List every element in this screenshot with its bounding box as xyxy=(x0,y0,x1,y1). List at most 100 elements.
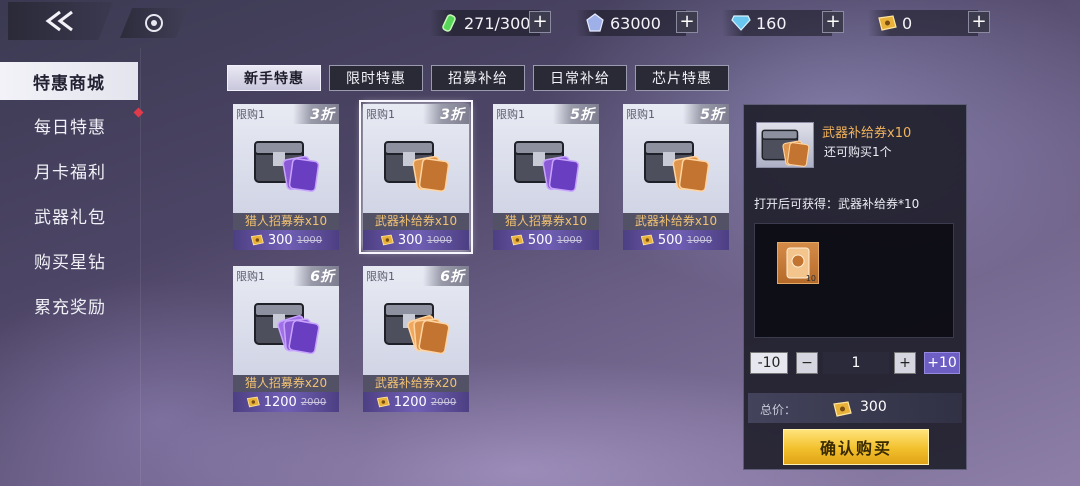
stamina-value: 271/300 xyxy=(464,13,531,33)
confirm-purchase-button[interactable]: 确认购买 xyxy=(783,429,929,465)
weapon-ticket-chest-icon xyxy=(761,129,810,167)
original-price: 2000 xyxy=(430,396,457,408)
sidebar-item-label: 购买星钻 xyxy=(34,253,106,273)
price-value: 500 xyxy=(527,232,553,248)
product-name: 武器补给券x10 xyxy=(363,213,469,230)
purchase-limit: 限购1 xyxy=(366,270,395,283)
sidebar-item-special-shop[interactable]: 特惠商城 xyxy=(0,62,138,100)
tab-daily[interactable]: 日常补给 xyxy=(533,65,627,91)
double-chevron-left-icon xyxy=(45,10,73,32)
weapon-ticket-chest-icon xyxy=(384,303,450,354)
stamina-counter: 271/300 xyxy=(430,10,540,36)
minus-ten-button[interactable]: -10 xyxy=(750,352,788,374)
sidebar-item-label: 累充奖励 xyxy=(34,298,106,318)
sidebar: 特惠商城 每日特惠 月卡福利 武器礼包 购买星钻 累充奖励 xyxy=(0,58,144,328)
gold-ticket-icon xyxy=(246,396,260,408)
discount-badge: 6折 xyxy=(423,266,469,286)
sidebar-item-daily-deals[interactable]: 每日特惠 xyxy=(0,103,144,148)
gold-ticket-icon xyxy=(376,396,390,408)
discount-badge: 6折 xyxy=(293,266,339,286)
product-name: 猎人招募券x10 xyxy=(493,213,599,230)
price-bar: 300 1000 xyxy=(233,230,339,250)
home-button[interactable] xyxy=(120,8,188,38)
total-value: 300 xyxy=(860,399,887,415)
original-price: 2000 xyxy=(300,396,327,408)
product-name: 猎人招募券x20 xyxy=(233,375,339,392)
total-label: 总价： xyxy=(760,403,797,417)
sidebar-item-weapon-pack[interactable]: 武器礼包 xyxy=(0,193,140,238)
tab-limited[interactable]: 限时特惠 xyxy=(329,65,423,91)
quantity-field[interactable]: 1 xyxy=(823,352,889,374)
total-price-row: 总价： 300 xyxy=(748,393,962,423)
notification-dot xyxy=(133,107,144,118)
product-card[interactable]: 限购1 5折 猎人招募券x10 500 1000 xyxy=(493,104,599,250)
price-bar: 500 1000 xyxy=(493,230,599,250)
product-card[interactable]: 限购1 3折 武器补给券x10 300 1000 xyxy=(359,100,473,254)
discount-badge: 5折 xyxy=(553,104,599,124)
diamond-counter: 160 xyxy=(722,10,832,36)
item-count: 10 xyxy=(805,274,816,283)
sidebar-item-label: 特惠商城 xyxy=(33,73,105,94)
add-ticket-button[interactable]: + xyxy=(968,11,990,33)
product-card[interactable]: 限购1 5折 武器补给券x10 500 1000 xyxy=(623,104,729,250)
discount-badge: 3折 xyxy=(293,104,339,124)
tab-chip[interactable]: 芯片特惠 xyxy=(635,65,729,91)
gold-ticket-icon xyxy=(510,234,524,246)
original-price: 1000 xyxy=(556,234,583,246)
add-crystal-button[interactable]: + xyxy=(676,11,698,33)
product-name: 武器补给券x20 xyxy=(363,375,469,392)
sidebar-item-label: 武器礼包 xyxy=(34,208,106,228)
target-icon xyxy=(145,14,163,32)
crystal-icon xyxy=(584,12,606,34)
back-button[interactable] xyxy=(8,2,113,40)
add-stamina-button[interactable]: + xyxy=(529,11,551,33)
tab-newbie[interactable]: 新手特惠 xyxy=(227,65,321,91)
product-card[interactable]: 限购1 3折 猎人招募券x10 300 1000 xyxy=(233,104,339,250)
contents-description: 打开后可获得：武器补给券*10 xyxy=(754,197,920,211)
sidebar-item-recharge-rewards[interactable]: 累充奖励 xyxy=(0,283,140,328)
original-price: 1000 xyxy=(426,234,453,246)
weapon-ticket-item[interactable]: 10 xyxy=(777,242,819,284)
recruit-ticket-chest-icon xyxy=(254,303,320,354)
crystal-value: 63000 xyxy=(610,13,661,33)
purchase-limit: 限购1 xyxy=(366,108,395,121)
purchase-limit: 限购1 xyxy=(496,108,525,121)
purchase-limit: 限购1 xyxy=(236,270,265,283)
price-bar: 500 1000 xyxy=(623,230,729,250)
gold-ticket-icon xyxy=(833,401,852,417)
price-value: 300 xyxy=(267,232,293,248)
product-card[interactable]: 限购1 6折 猎人招募券x20 1200 2000 xyxy=(233,266,339,412)
minus-button[interactable]: − xyxy=(796,352,818,374)
ticket-counter: 0 xyxy=(868,10,978,36)
sidebar-item-label: 每日特惠 xyxy=(34,118,106,138)
discount-badge: 5折 xyxy=(683,104,729,124)
recruit-ticket-chest-icon xyxy=(254,141,320,192)
price-value: 1200 xyxy=(263,394,297,410)
recruit-ticket-chest-icon xyxy=(514,141,580,192)
sidebar-item-monthly-card[interactable]: 月卡福利 xyxy=(0,148,140,193)
gold-ticket-icon xyxy=(640,234,654,246)
product-card[interactable]: 限购1 6折 武器补给券x20 1200 2000 xyxy=(363,266,469,412)
original-price: 1000 xyxy=(686,234,713,246)
purchase-limit: 限购1 xyxy=(626,108,655,121)
purchase-limit: 限购1 xyxy=(236,108,265,121)
plus-button[interactable]: + xyxy=(894,352,916,374)
contents-box: 10 xyxy=(754,223,954,338)
price-value: 300 xyxy=(397,232,423,248)
diamond-icon xyxy=(730,12,752,34)
tab-recruit[interactable]: 招募补给 xyxy=(431,65,525,91)
product-thumbnail xyxy=(756,122,814,168)
add-diamond-button[interactable]: + xyxy=(822,11,844,33)
product-name: 武器补给券x10 xyxy=(623,213,729,230)
ticket-value: 0 xyxy=(902,13,913,33)
shop-tabs: 新手特惠 限时特惠 招募补给 日常补给 芯片特惠 xyxy=(227,65,737,91)
sidebar-item-buy-stardiamond[interactable]: 购买星钻 xyxy=(0,238,140,283)
purchase-panel: 武器补给券x10 还可购买1个 打开后可获得：武器补给券*10 10 -10 −… xyxy=(743,104,967,470)
sidebar-item-label: 月卡福利 xyxy=(34,163,106,183)
plus-ten-button[interactable]: +10 xyxy=(924,352,960,374)
price-bar: 1200 2000 xyxy=(233,392,339,412)
top-bar: 271/300 + 63000 + 160 + 0 + xyxy=(0,0,1080,48)
gold-ticket-icon xyxy=(250,234,264,246)
product-name: 猎人招募券x10 xyxy=(233,213,339,230)
weapon-ticket-chest-icon xyxy=(644,141,710,192)
